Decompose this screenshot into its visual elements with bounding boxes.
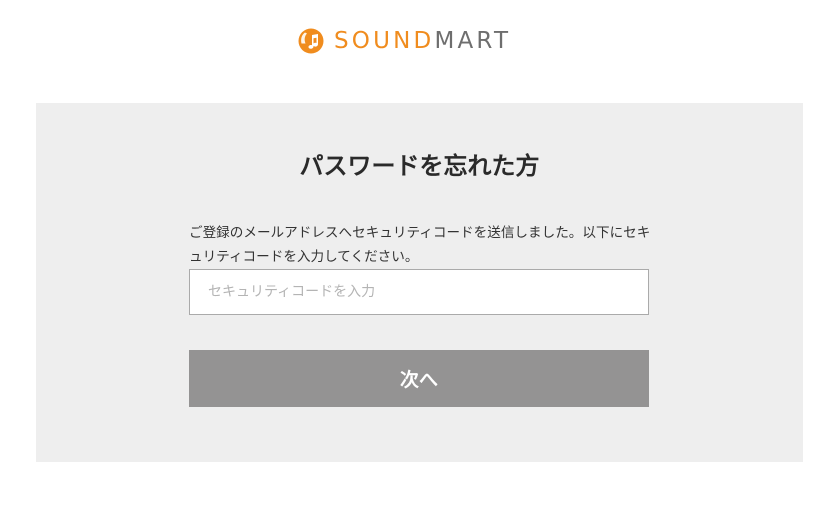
security-code-input[interactable] bbox=[189, 269, 649, 315]
site-logo[interactable]: SOUNDMART bbox=[298, 26, 511, 56]
password-reset-card: パスワードを忘れた方 ご登録のメールアドレスへセキュリティコードを送信しました。… bbox=[36, 103, 803, 462]
logo-word-sound: SOUND bbox=[334, 28, 435, 54]
music-note-icon bbox=[298, 28, 324, 54]
logo-wordmark: SOUNDMART bbox=[334, 26, 511, 56]
logo-word-mart: MART bbox=[434, 28, 512, 54]
page: SOUNDMART パスワードを忘れた方 ご登録のメールアドレスへセキュリティコ… bbox=[0, 0, 840, 516]
page-title: パスワードを忘れた方 bbox=[299, 152, 540, 180]
instruction-text: ご登録のメールアドレスへセキュリティコードを送信しました。以下にセキュリティコー… bbox=[189, 225, 651, 265]
next-button[interactable]: 次へ bbox=[189, 350, 649, 407]
